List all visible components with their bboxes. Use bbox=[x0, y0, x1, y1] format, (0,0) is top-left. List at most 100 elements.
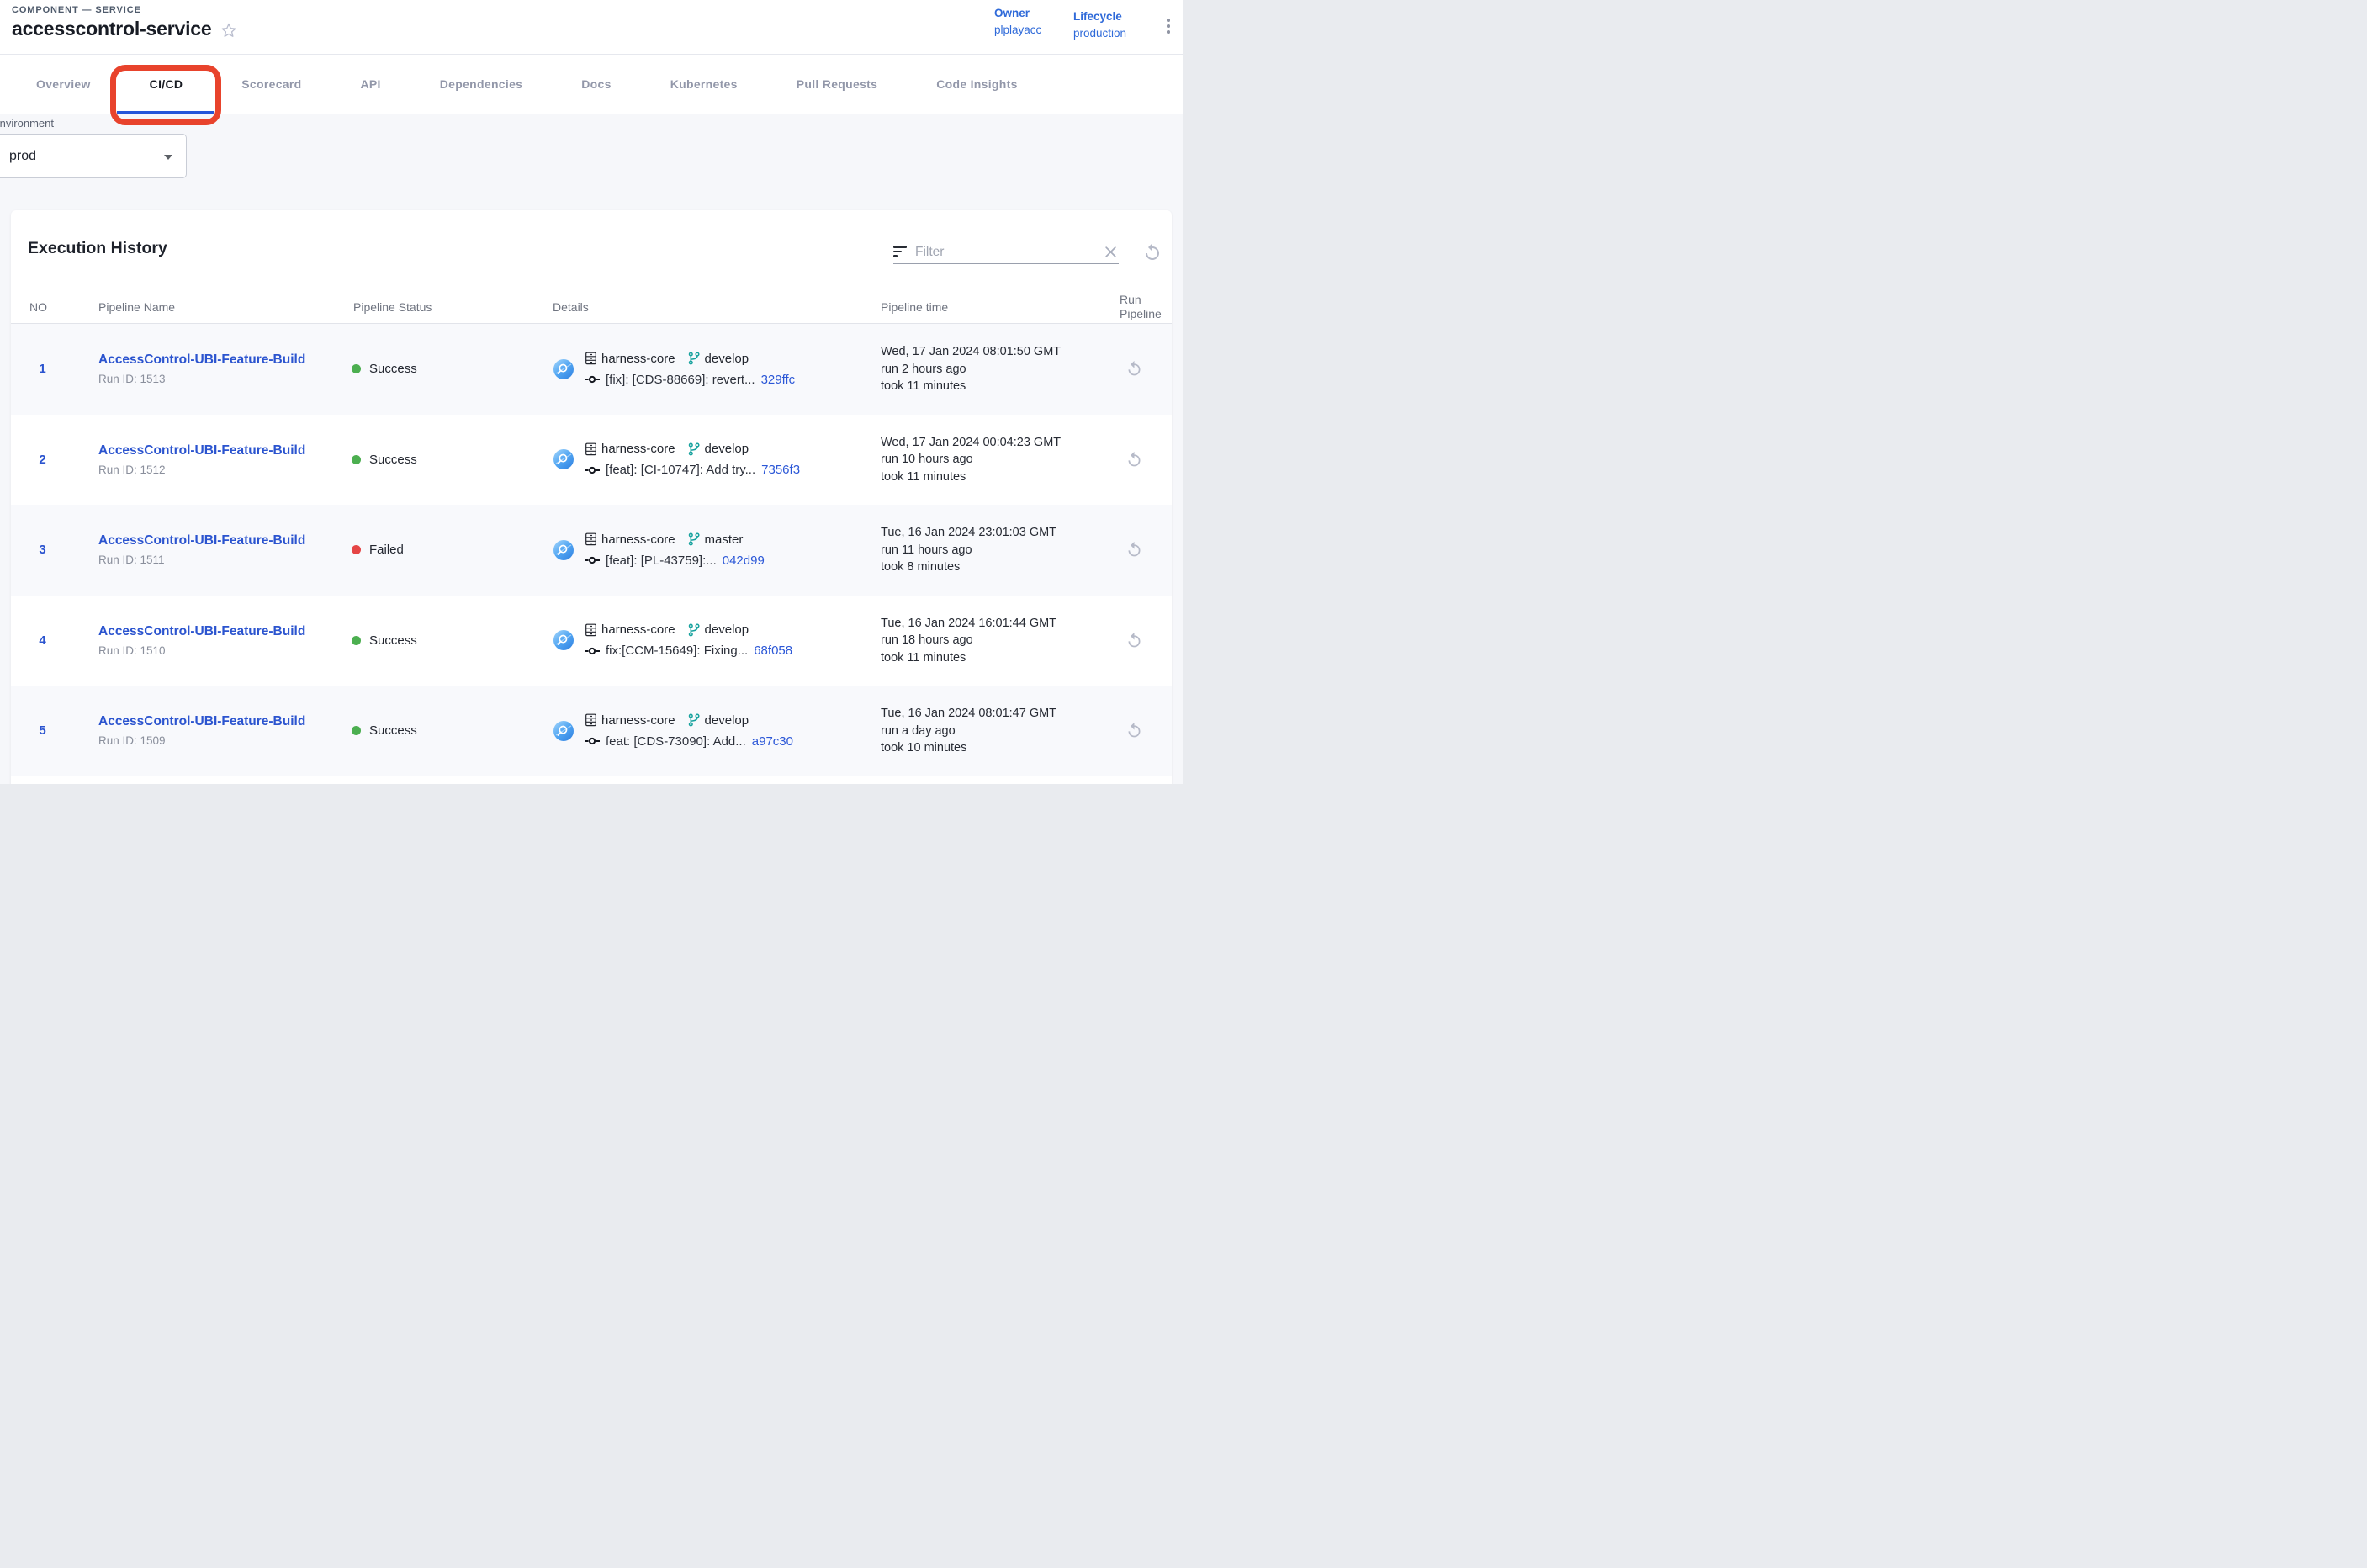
status-label: Success bbox=[369, 362, 417, 376]
table-row: 4 AccessControl-UBI-Feature-Build Run ID… bbox=[11, 596, 1172, 686]
branch-name: master bbox=[705, 532, 744, 547]
pipeline-status-cell: Success bbox=[329, 723, 528, 738]
commit-hash-link[interactable]: 68f058 bbox=[754, 644, 792, 658]
table-row: 5 AccessControl-UBI-Feature-Build Run ID… bbox=[11, 686, 1172, 776]
breadcrumb: COMPONENT — SERVICE bbox=[12, 5, 141, 15]
card-title: Execution History bbox=[28, 239, 167, 258]
row-number: 2 bbox=[11, 453, 74, 467]
tab-code-insights[interactable]: Code Insights bbox=[907, 55, 1046, 114]
pipeline-name-link[interactable]: AccessControl-UBI-Feature-Build bbox=[98, 352, 305, 368]
branch-name: develop bbox=[705, 713, 749, 728]
commit-message: [feat]: [PL-43759]:... bbox=[606, 554, 717, 568]
clear-filter-icon[interactable] bbox=[1103, 244, 1119, 260]
git-branch-icon bbox=[687, 623, 701, 637]
time-took: took 8 minutes bbox=[881, 559, 1096, 576]
run-pipeline-button[interactable] bbox=[1125, 360, 1143, 378]
commit-message: [feat]: [CI-10747]: Add try... bbox=[606, 463, 755, 477]
tab-ci-cd[interactable]: CI/CD bbox=[120, 55, 213, 114]
time-date: Tue, 16 Jan 2024 08:01:47 GMT bbox=[881, 705, 1096, 723]
filter-icon bbox=[893, 246, 907, 258]
time-took: took 11 minutes bbox=[881, 469, 1096, 486]
branch-name: develop bbox=[705, 622, 749, 637]
repository-icon bbox=[585, 352, 597, 365]
details-cell: harness-core develop bbox=[528, 352, 856, 387]
details-cell: harness-core develop bbox=[528, 442, 856, 477]
commit-icon bbox=[585, 555, 600, 565]
ci-module-icon[interactable] bbox=[553, 449, 574, 469]
repository-icon bbox=[585, 442, 597, 456]
git-branch-icon bbox=[687, 532, 701, 546]
tab-scorecard[interactable]: Scorecard bbox=[212, 55, 331, 114]
run-pipeline-button[interactable] bbox=[1125, 632, 1143, 649]
status-dot bbox=[352, 636, 361, 645]
tab-docs[interactable]: Docs bbox=[552, 55, 640, 114]
table-row: 1 AccessControl-UBI-Feature-Build Run ID… bbox=[11, 324, 1172, 415]
pipeline-name-link[interactable]: AccessControl-UBI-Feature-Build bbox=[98, 714, 305, 729]
table-header: NO Pipeline Name Pipeline Status Details… bbox=[11, 291, 1172, 324]
col-header-pipeline-name: Pipeline Name bbox=[74, 300, 329, 314]
filter-input[interactable] bbox=[915, 245, 1103, 260]
commit-icon bbox=[585, 736, 600, 746]
run-id: Run ID: 1510 bbox=[98, 644, 329, 657]
status-label: Success bbox=[369, 453, 417, 467]
owner-link[interactable]: plplayacc bbox=[994, 24, 1041, 36]
red-annotation-box bbox=[110, 65, 221, 125]
ci-module-icon[interactable] bbox=[553, 721, 574, 741]
favorite-star-icon[interactable] bbox=[220, 22, 237, 39]
branch-name: develop bbox=[705, 352, 749, 366]
details-cell: harness-core develop bbox=[528, 713, 856, 749]
repository-icon bbox=[585, 713, 597, 727]
ci-module-icon[interactable] bbox=[553, 540, 574, 560]
tabs-bar: Overview CI/CD Scorecard API Dependencie… bbox=[0, 54, 1184, 114]
table-row: 3 AccessControl-UBI-Feature-Build Run ID… bbox=[11, 505, 1172, 596]
pipeline-name-link[interactable]: AccessControl-UBI-Feature-Build bbox=[98, 443, 305, 458]
repo-name: harness-core bbox=[601, 532, 675, 547]
col-header-no: NO bbox=[11, 300, 74, 314]
git-branch-icon bbox=[687, 713, 701, 727]
repo-name: harness-core bbox=[601, 622, 675, 637]
commit-icon bbox=[585, 465, 600, 475]
tab-pull-requests[interactable]: Pull Requests bbox=[767, 55, 907, 114]
execution-history-card: Execution History NO Pipeline Name Pipel… bbox=[11, 210, 1172, 784]
repository-icon bbox=[585, 532, 597, 546]
time-took: took 11 minutes bbox=[881, 378, 1096, 395]
commit-icon bbox=[585, 374, 600, 384]
tab-dependencies[interactable]: Dependencies bbox=[410, 55, 553, 114]
time-ago: run 10 hours ago bbox=[881, 451, 1096, 469]
commit-hash-link[interactable]: 329ffc bbox=[761, 373, 796, 387]
ci-module-icon[interactable] bbox=[553, 359, 574, 379]
page-title: accesscontrol-service bbox=[12, 18, 211, 40]
refresh-icon[interactable] bbox=[1142, 242, 1162, 262]
environment-label: Environment bbox=[0, 117, 54, 130]
run-pipeline-button[interactable] bbox=[1125, 541, 1143, 559]
run-id: Run ID: 1511 bbox=[98, 554, 329, 566]
more-options-kebab-icon[interactable] bbox=[1163, 15, 1173, 37]
repo-name: harness-core bbox=[601, 352, 675, 366]
row-number: 5 bbox=[11, 723, 74, 738]
time-ago: run 2 hours ago bbox=[881, 361, 1096, 379]
lifecycle-link[interactable]: production bbox=[1073, 27, 1126, 40]
run-pipeline-button[interactable] bbox=[1125, 451, 1143, 469]
status-dot bbox=[352, 545, 361, 554]
status-dot bbox=[352, 726, 361, 735]
repository-icon bbox=[585, 623, 597, 637]
status-dot bbox=[352, 364, 361, 373]
commit-icon bbox=[585, 646, 600, 656]
tab-overview[interactable]: Overview bbox=[7, 55, 120, 114]
tab-kubernetes[interactable]: Kubernetes bbox=[641, 55, 767, 114]
tab-api[interactable]: API bbox=[331, 55, 410, 114]
run-id: Run ID: 1512 bbox=[98, 464, 329, 476]
environment-select[interactable]: prod bbox=[0, 134, 187, 178]
pipeline-status-cell: Success bbox=[329, 362, 528, 376]
git-branch-icon bbox=[687, 442, 701, 456]
run-id: Run ID: 1513 bbox=[98, 373, 329, 385]
ci-module-icon[interactable] bbox=[553, 630, 574, 650]
table-body: 1 AccessControl-UBI-Feature-Build Run ID… bbox=[11, 324, 1172, 776]
run-pipeline-button[interactable] bbox=[1125, 722, 1143, 739]
pipeline-name-link[interactable]: AccessControl-UBI-Feature-Build bbox=[98, 533, 305, 548]
time-date: Tue, 16 Jan 2024 16:01:44 GMT bbox=[881, 615, 1096, 633]
commit-hash-link[interactable]: 042d99 bbox=[723, 554, 765, 568]
pipeline-name-link[interactable]: AccessControl-UBI-Feature-Build bbox=[98, 624, 305, 639]
commit-hash-link[interactable]: a97c30 bbox=[752, 734, 793, 749]
commit-hash-link[interactable]: 7356f3 bbox=[761, 463, 800, 477]
